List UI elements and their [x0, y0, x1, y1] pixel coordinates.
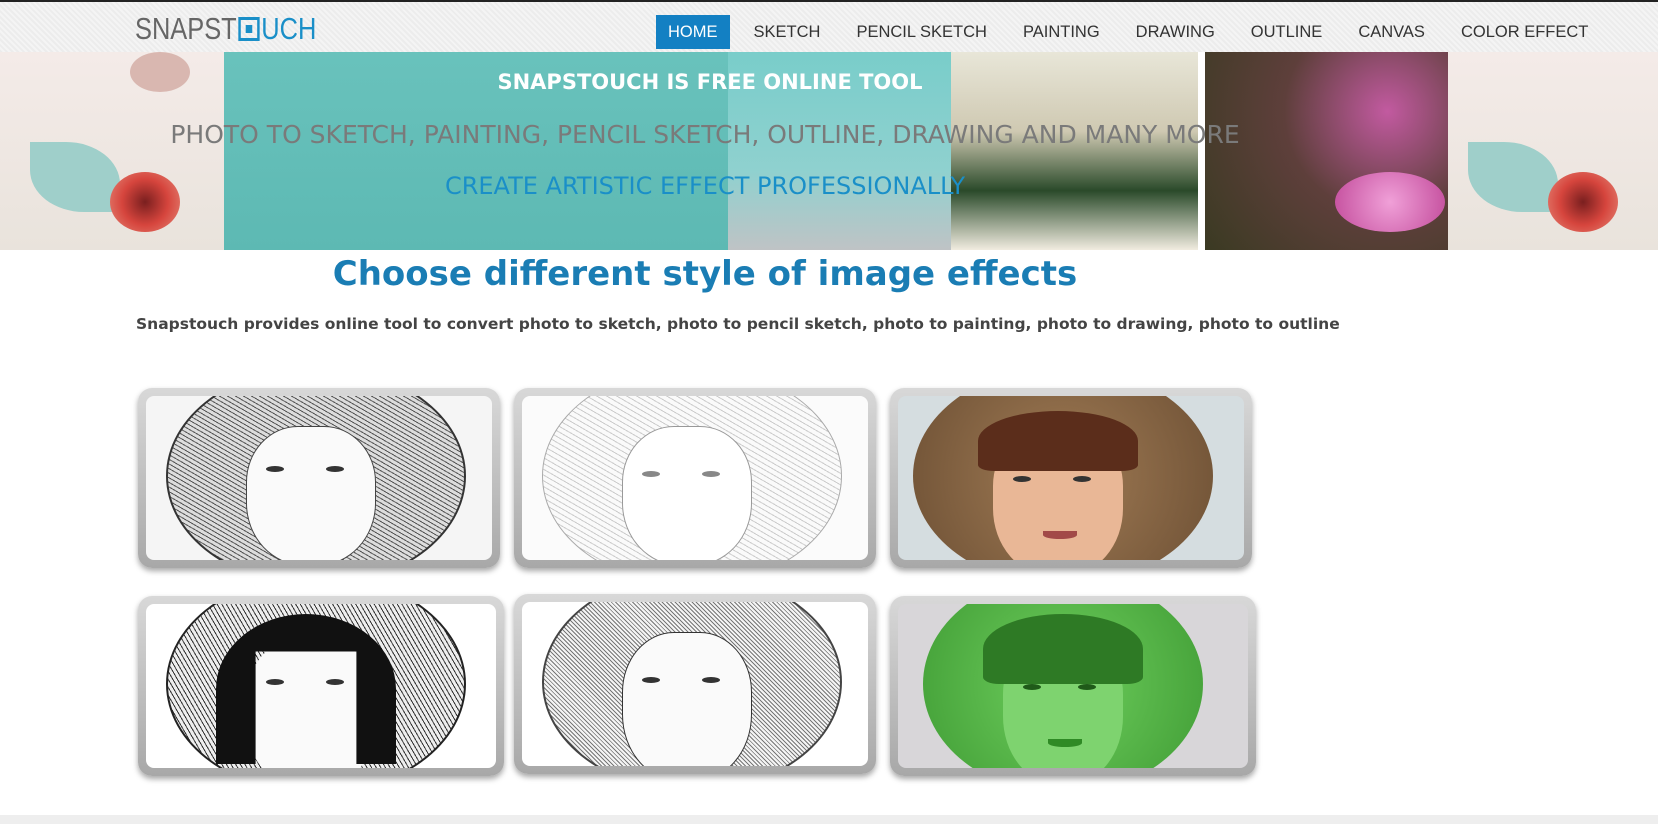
effect-thumbnail [898, 396, 1244, 560]
mouth-shape [1043, 531, 1077, 539]
footer-divider [0, 815, 1658, 824]
face-shape [246, 426, 376, 560]
effect-thumbnail [146, 396, 492, 560]
hair-shape [978, 411, 1138, 471]
effect-card-painting[interactable] [890, 388, 1252, 568]
face-shape [622, 632, 752, 766]
page-heading: Choose different style of image effects [332, 254, 1078, 294]
logo-text-part2: UCH [261, 11, 317, 46]
effect-thumbnail [898, 604, 1248, 768]
banner-flower-image-right [1448, 52, 1658, 250]
effect-thumbnail [522, 602, 868, 766]
effect-gallery [138, 388, 1268, 778]
eye-shape [1073, 476, 1091, 482]
nav-home[interactable]: HOME [656, 15, 730, 49]
eye-shape [266, 466, 284, 472]
nav-color-effect[interactable]: COLOR EFFECT [1449, 15, 1600, 49]
hair-shape [983, 614, 1143, 684]
effect-card-pencil-sketch[interactable] [514, 388, 876, 568]
nav-drawing[interactable]: DRAWING [1124, 15, 1227, 49]
camera-icon [238, 17, 260, 41]
main-nav: HOME SKETCH PENCIL SKETCH PAINTING DRAWI… [656, 15, 1612, 49]
eye-shape [642, 471, 660, 477]
banner-line-2: PHOTO TO SKETCH, PAINTING, PENCIL SKETCH… [170, 120, 1240, 149]
banner-line-1: SNAPSTOUCH IS FREE ONLINE TOOL [497, 70, 923, 94]
nav-canvas[interactable]: CANVAS [1346, 15, 1437, 49]
mouth-shape [1048, 739, 1082, 747]
effect-card-sketch[interactable] [138, 388, 500, 568]
nav-painting[interactable]: PAINTING [1011, 15, 1112, 49]
eye-shape [1078, 684, 1096, 690]
eye-shape [1013, 476, 1031, 482]
nav-outline[interactable]: OUTLINE [1239, 15, 1335, 49]
flower-shape [1548, 172, 1618, 232]
eye-shape [326, 679, 344, 685]
site-logo[interactable]: SNAPST UCH [135, 11, 317, 46]
effect-card-outline[interactable] [514, 594, 876, 774]
eye-shape [702, 677, 720, 683]
banner-line-3: CREATE ARTISTIC EFFECT PROFESSIONALLY [444, 172, 966, 200]
eye-shape [702, 471, 720, 477]
effect-card-color-effect[interactable] [890, 596, 1256, 776]
hero-banner: SNAPSTOUCH IS FREE ONLINE TOOL PHOTO TO … [0, 52, 1658, 250]
page-description: Snapstouch provides online tool to conve… [136, 315, 1340, 333]
nav-sketch[interactable]: SKETCH [742, 15, 833, 49]
eye-shape [326, 466, 344, 472]
nav-pencil-sketch[interactable]: PENCIL SKETCH [844, 15, 999, 49]
logo-text-part1: SNAPST [135, 11, 237, 46]
leaf-shape [1468, 142, 1558, 212]
eye-shape [1023, 684, 1041, 690]
eye-shape [642, 677, 660, 683]
face-shape [622, 426, 752, 560]
effect-thumbnail [146, 604, 496, 768]
eye-shape [266, 679, 284, 685]
effect-card-drawing[interactable] [138, 596, 504, 776]
effect-thumbnail [522, 396, 868, 560]
top-navigation-bar: SNAPST UCH HOME SKETCH PENCIL SKETCH PAI… [0, 0, 1658, 52]
